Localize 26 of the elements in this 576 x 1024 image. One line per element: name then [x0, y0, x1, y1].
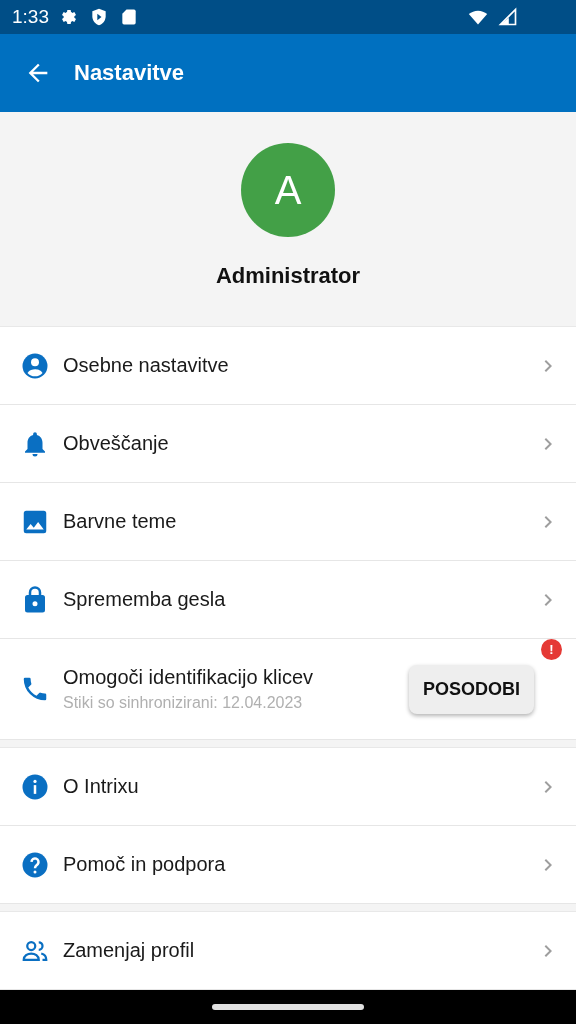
item-subtitle: Stiki so sinhronizirani: 12.04.2023	[63, 694, 304, 712]
sd-card-icon	[119, 7, 139, 27]
shield-icon	[89, 7, 109, 27]
item-label: O Intrixu	[63, 775, 140, 798]
settings-item[interactable]: Barvne teme	[0, 483, 576, 561]
profile-name: Administrator	[215, 263, 361, 289]
settings-item[interactable]: Sprememba gesla	[0, 561, 576, 639]
item-label: Zamenjaj profil	[63, 939, 196, 962]
item-label: Omogoči identifikacijo klicev	[63, 666, 315, 689]
update-button[interactable]: POSODOBI	[409, 664, 534, 714]
item-label: Pomoč in podpora	[63, 853, 227, 876]
item-label: Barvne teme	[63, 510, 178, 533]
alert-badge: !	[541, 638, 562, 660]
status-time: 1:33	[12, 6, 49, 28]
settings-item[interactable]: Pomoč in podpora	[0, 826, 576, 904]
home-handle[interactable]	[212, 1004, 364, 1010]
avatar: A	[241, 143, 335, 237]
gear-icon	[59, 7, 79, 27]
item-label: Obveščanje	[63, 432, 170, 455]
settings-item[interactable]: Osebne nastavitve	[0, 327, 576, 405]
item-label: Osebne nastavitve	[63, 354, 230, 377]
screen-title: Nastavitve	[74, 60, 185, 86]
settings-item[interactable]: Obveščanje	[0, 405, 576, 483]
settings-item[interactable]: O Intrixu	[0, 748, 576, 826]
signal-icon	[498, 7, 518, 27]
item-label: Sprememba gesla	[63, 588, 227, 611]
